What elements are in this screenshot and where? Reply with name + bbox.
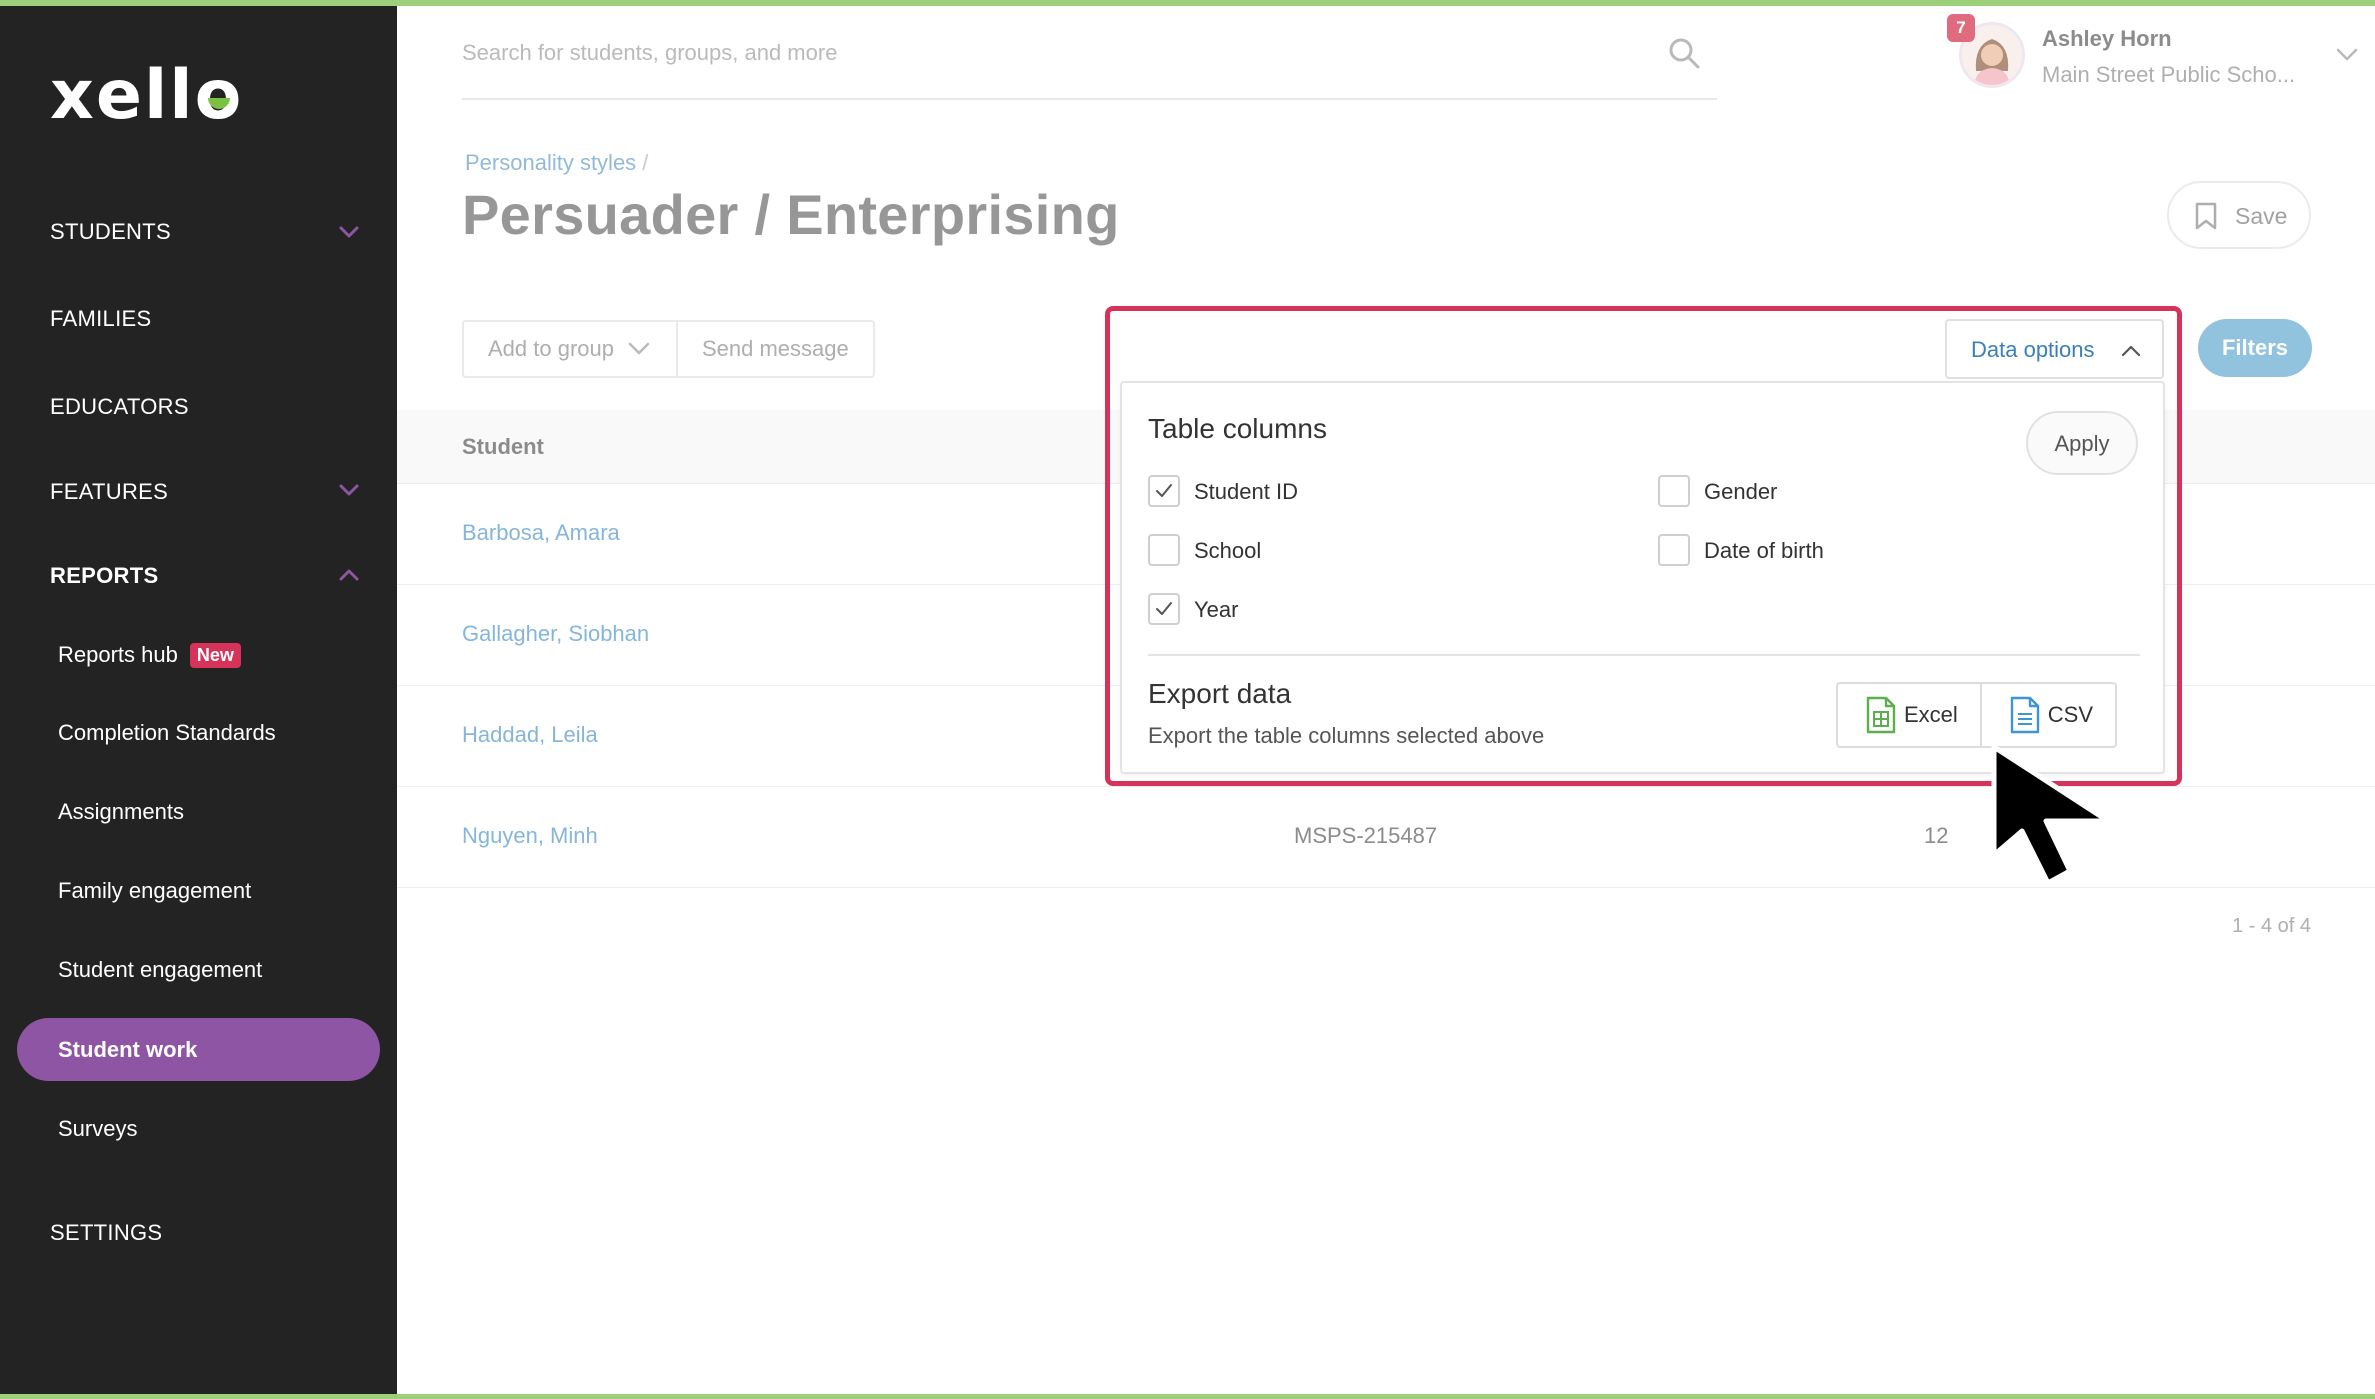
add-to-group-button[interactable]: Add to group [464,322,676,376]
chevron-up-icon [2121,345,2141,357]
save-button[interactable]: Save [2167,181,2311,249]
new-badge: New [189,643,241,668]
apply-label: Apply [2054,431,2110,456]
checkbox-unchecked[interactable] [1148,534,1180,566]
bottom-accent-bar [0,1394,2375,1399]
export-data-subtitle: Export the table columns selected above [1148,723,1545,748]
apply-button[interactable]: Apply [2026,411,2138,475]
checkbox-unchecked[interactable] [1658,534,1690,566]
page-title: Persuader / Enterprising [462,183,1120,246]
sidebar-item-reports-hub[interactable]: Reports hub New [58,642,241,668]
checkbox-label: Year [1194,597,1239,622]
notification-badge[interactable]: 7 [1947,14,1975,42]
top-accent-bar [0,0,2375,6]
student-name-link[interactable]: Haddad, Leila [462,722,598,748]
excel-file-icon [1866,696,1896,734]
mouse-cursor-icon [1991,744,2111,886]
export-csv-button[interactable]: CSV [1979,684,2115,746]
chevron-down-icon[interactable] [336,219,362,245]
checkbox-checked[interactable] [1148,475,1180,507]
sidebar-item-reports[interactable]: REPORTS [50,563,158,589]
checkbox-label: Gender [1704,479,1778,504]
sidebar: xello STUDENTS FAMILIES EDUCATORS FEATUR… [0,0,397,1399]
search-icon[interactable] [1667,36,1701,70]
chevron-up-icon[interactable] [336,562,362,588]
sidebar-item-label: Student work [58,1037,198,1062]
xello-logo[interactable]: xello [50,62,243,130]
export-csv-label: CSV [2047,702,2094,727]
user-school[interactable]: Main Street Public Scho... [2042,62,2307,88]
student-id-cell: MSPS-215487 [1294,823,1438,848]
export-excel-label: Excel [1904,702,1958,727]
pagination-text: 1 - 4 of 4 [2232,915,2311,937]
chevron-down-icon[interactable] [2333,40,2361,68]
check-icon [1156,484,1172,497]
csv-file-icon [2010,696,2039,734]
sidebar-item-assignments[interactable]: Assignments [58,799,184,825]
sidebar-item-settings[interactable]: SETTINGS [50,1220,162,1246]
checkbox-label: Student ID [1194,479,1298,504]
sidebar-item-family-engagement[interactable]: Family engagement [58,878,251,904]
sidebar-item-surveys[interactable]: Surveys [58,1116,137,1142]
add-to-group-label: Add to group [488,336,614,361]
data-options-panel: Table columns Apply Student ID Gender Sc… [1120,381,2165,774]
student-name-link[interactable]: Barbosa, Amara [462,520,620,546]
breadcrumb-separator: / [642,150,649,175]
sidebar-item-features[interactable]: FEATURES [50,479,168,505]
check-icon [1156,602,1172,615]
filters-label: Filters [2221,335,2289,360]
checkbox-checked[interactable] [1148,593,1180,625]
breadcrumb: Personality styles / [465,150,648,176]
year-cell: 12 [1924,823,1949,848]
search-input[interactable]: Search for students, groups, and more [462,40,837,66]
sidebar-item-student-engagement[interactable]: Student engagement [58,957,262,983]
search-underline [462,98,1717,100]
save-label: Save [2235,203,2288,229]
chevron-down-icon[interactable] [336,477,362,503]
bulk-actions: Add to group Send message [462,320,875,378]
sidebar-item-educators[interactable]: EDUCATORS [50,394,189,420]
export-data-title: Export data [1148,678,1292,709]
checkbox-label: School [1194,538,1262,563]
data-options-label: Data options [1971,337,2095,362]
student-name-link[interactable]: Nguyen, Minh [462,823,598,849]
student-name-link[interactable]: Gallagher, Siobhan [462,621,649,647]
send-message-button[interactable]: Send message [675,322,873,376]
sidebar-item-completion-standards[interactable]: Completion Standards [58,720,276,746]
sidebar-item-students[interactable]: STUDENTS [50,219,171,245]
sidebar-item-families[interactable]: FAMILIES [50,306,151,332]
sidebar-item-student-work[interactable]: Student work [17,1018,380,1081]
checkbox-label: Date of birth [1704,538,1824,563]
divider [1148,654,2140,656]
bookmark-icon [2195,202,2217,230]
column-header-student[interactable]: Student [462,434,544,460]
filters-button[interactable]: Filters [2198,319,2312,377]
breadcrumb-link[interactable]: Personality styles [465,150,636,175]
chevron-down-icon [628,342,650,355]
user-name[interactable]: Ashley Horn [2042,26,2172,52]
sidebar-item-label: Reports hub [58,642,178,667]
export-excel-button[interactable]: Excel [1838,684,1980,746]
export-buttons: Excel CSV [1836,682,2118,748]
table-columns-title: Table columns [1148,413,1327,444]
data-options-button[interactable]: Data options [1945,319,2164,379]
checkbox-unchecked[interactable] [1658,475,1690,507]
